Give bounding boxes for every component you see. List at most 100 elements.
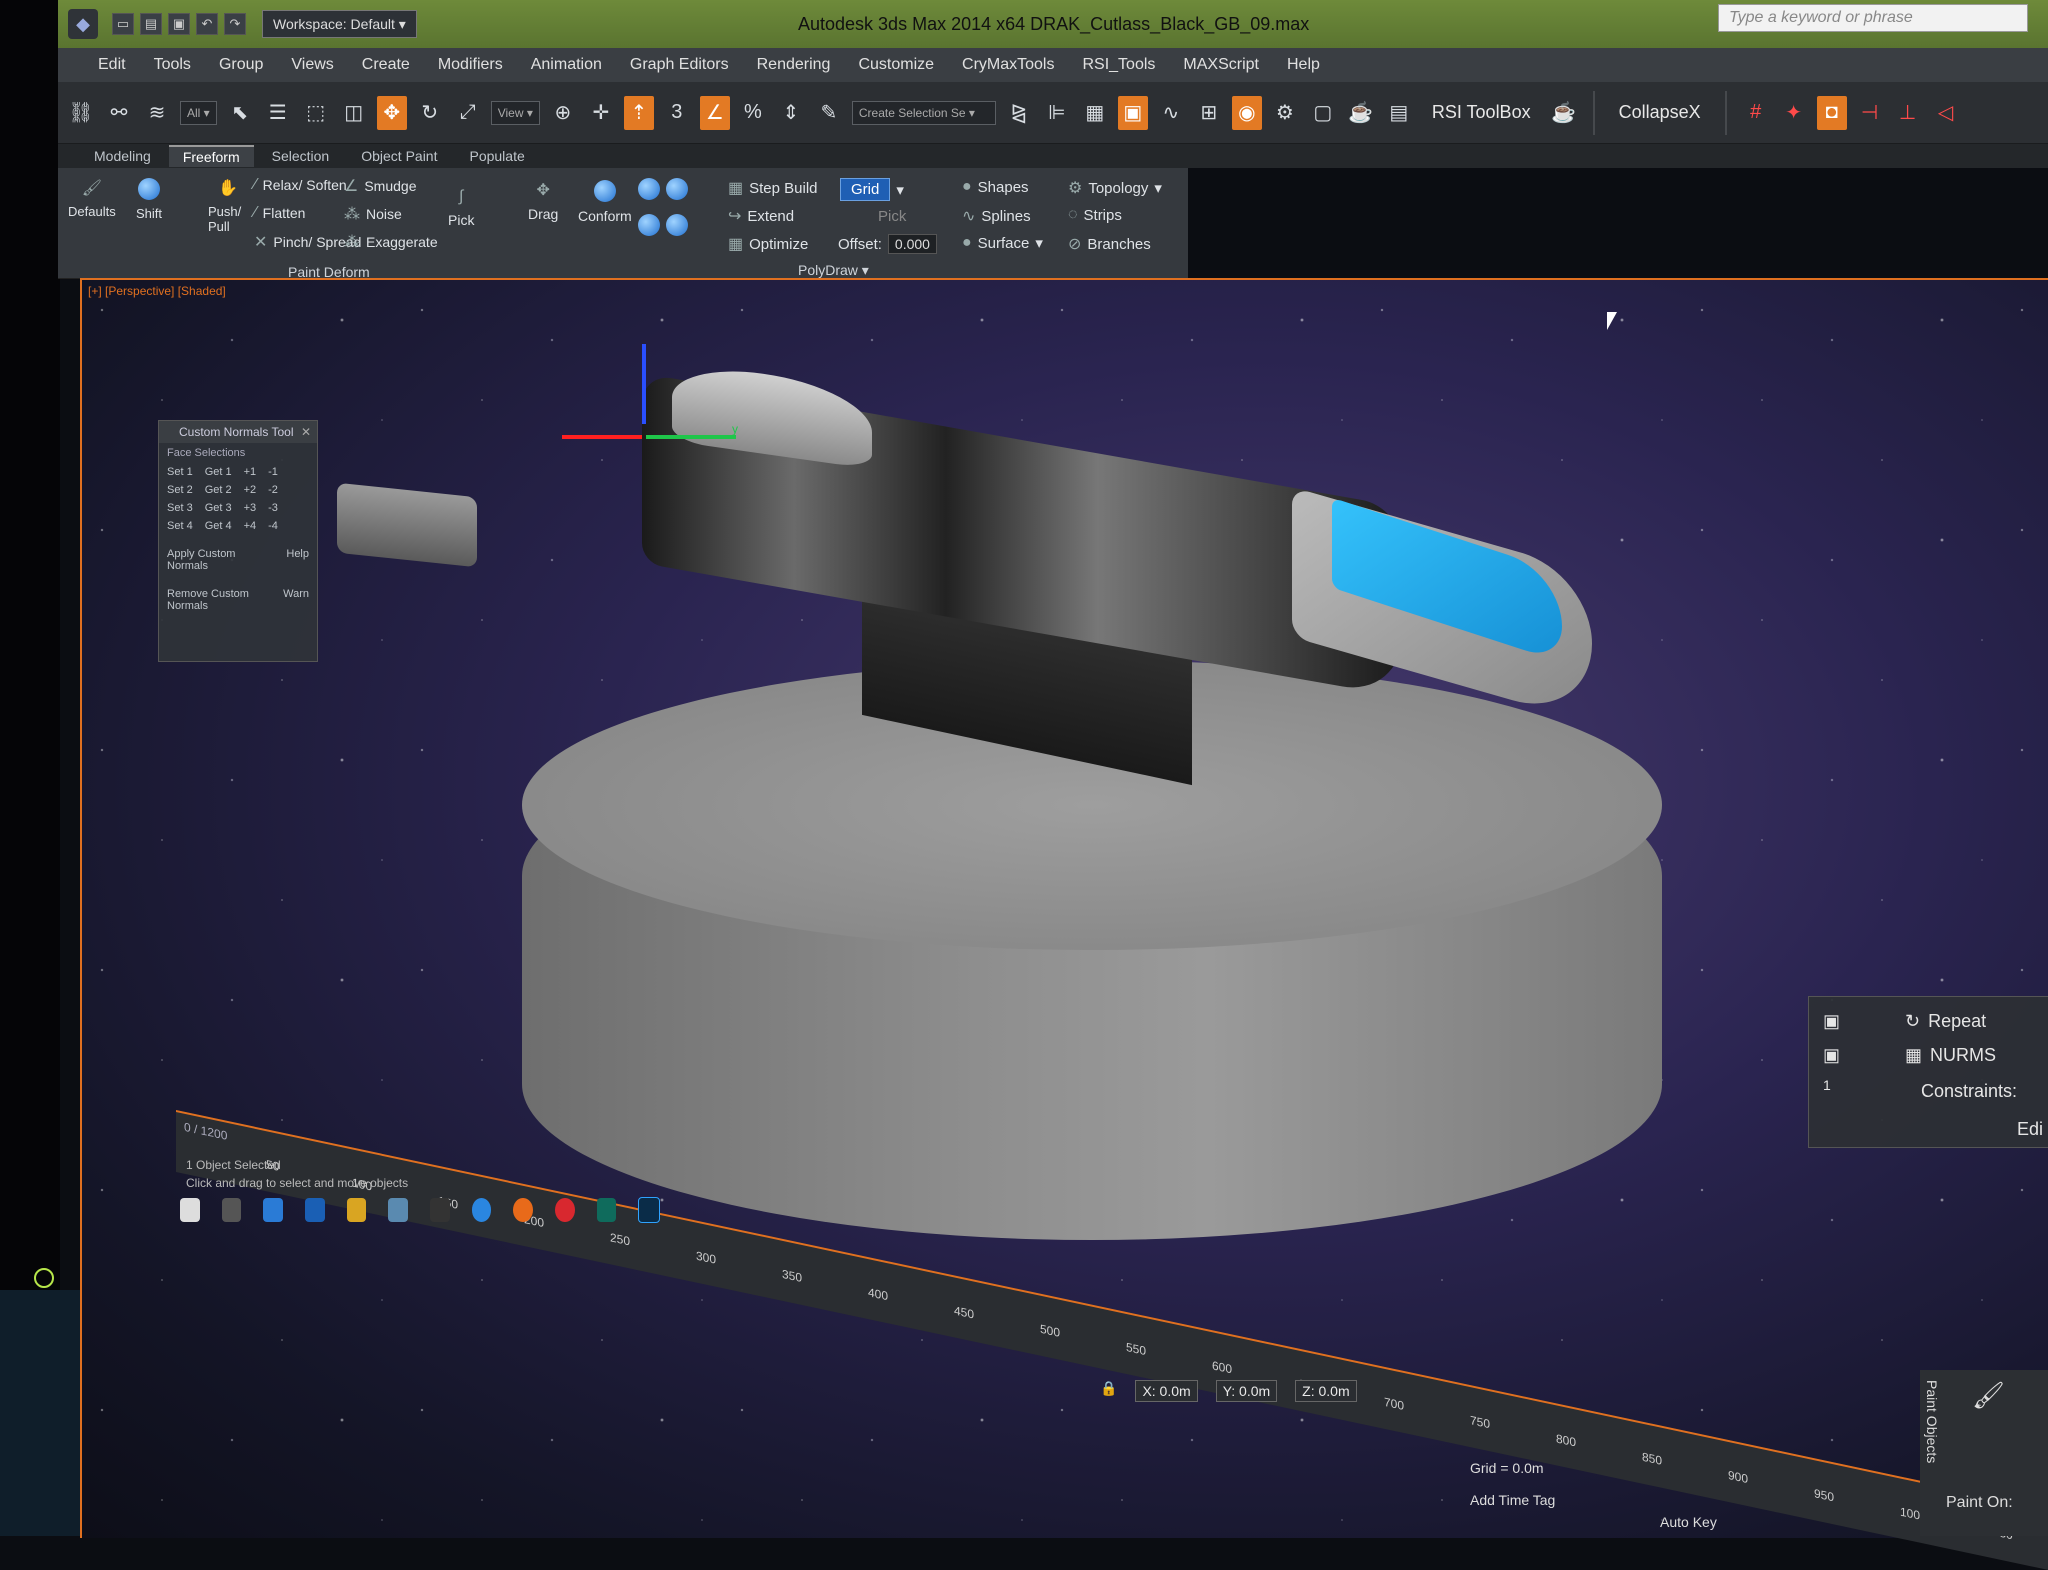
reference-coord-dropdown[interactable]: View ▾ (490, 100, 540, 125)
open-file-icon[interactable]: ▤ (140, 13, 162, 35)
file-explorer-icon[interactable] (346, 1198, 367, 1222)
keyboard-shortcut-override-icon[interactable]: ⇡ (623, 95, 654, 130)
conform-push-icon[interactable] (666, 214, 688, 236)
branches-button[interactable]: ⊘ Branches (1068, 234, 1151, 254)
rect-selection-icon[interactable]: ⬚ (301, 96, 331, 130)
midpoint-snap-icon[interactable]: ⊥ (1893, 96, 1923, 130)
push-pull-button[interactable]: ✋ Push/ Pull (208, 178, 248, 234)
menu-views[interactable]: Views (291, 56, 333, 74)
vivaldi-icon[interactable] (555, 1198, 575, 1222)
menu-modifiers[interactable]: Modifiers (438, 56, 503, 74)
skype-icon[interactable] (471, 1198, 492, 1222)
pick-surface-button[interactable]: Pick (878, 208, 906, 225)
gizmo-y-axis[interactable] (646, 435, 736, 439)
tab-object-paint[interactable]: Object Paint (347, 146, 451, 166)
rendered-frame-icon[interactable]: ▢ (1308, 96, 1338, 130)
teapot-icon[interactable]: ☕ (1549, 96, 1579, 130)
noise-button[interactable]: ⁂ Noise (344, 204, 402, 224)
selection-filter-dropdown[interactable]: All ▾ (180, 100, 217, 125)
repeat-button[interactable]: ↻ Repeat (1905, 1011, 1986, 1032)
menu-rendering[interactable]: Rendering (757, 56, 831, 74)
optimize-button[interactable]: ▦ Optimize (728, 234, 808, 254)
collapsex-button[interactable]: CollapseX (1609, 102, 1711, 123)
help-button[interactable]: Help (286, 548, 309, 572)
paint-brush-icon[interactable]: 🖌 (1972, 1380, 2005, 1411)
offset-input[interactable]: 0.000 (887, 234, 937, 254)
pivot-snap-icon[interactable]: ✦ (1779, 96, 1809, 130)
new-file-icon[interactable]: ▭ (112, 13, 134, 35)
exaggerate-button[interactable]: ⁂ Exaggerate (344, 232, 438, 252)
named-selection-dropdown[interactable]: Create Selection Se ▾ (851, 100, 996, 125)
undo-icon[interactable]: ↶ (196, 13, 218, 35)
shift-button[interactable]: Shift (136, 178, 162, 221)
nurms-button[interactable]: ▦ NURMS (1905, 1045, 1996, 1066)
vertex-snap-icon[interactable]: ◘ (1816, 95, 1847, 130)
warn-button[interactable]: Warn (283, 588, 309, 612)
menu-rsi-tools[interactable]: RSI_Tools (1082, 56, 1155, 74)
select-manipulate-icon[interactable]: ✛ (586, 96, 616, 130)
remove-custom-normals-button[interactable]: Remove Custom Normals (167, 588, 271, 612)
auto-key-button[interactable]: Auto Key (1660, 1514, 1717, 1530)
shapes-button[interactable]: ● Shapes (962, 178, 1029, 196)
display-icon[interactable]: ▣ (1823, 1045, 1840, 1066)
spinner-snap-icon[interactable]: ⇕ (776, 96, 806, 130)
select-move-icon[interactable]: ✥ (376, 95, 407, 130)
conform-brush-icon[interactable] (638, 178, 660, 200)
grid-snap-icon[interactable]: # (1741, 96, 1771, 130)
curve-editor-icon[interactable]: ∿ (1156, 96, 1186, 130)
viewport-label[interactable]: [+] [Perspective] [Shaded] (88, 284, 226, 298)
outlook-icon[interactable] (305, 1198, 325, 1222)
menu-maxscript[interactable]: MAXScript (1183, 56, 1259, 74)
align-icon[interactable]: ⊫ (1042, 96, 1072, 130)
rsi-toolbox-icon[interactable]: ▤ (1384, 96, 1414, 130)
polydraw-label[interactable]: PolyDraw ▾ (798, 262, 869, 279)
y-coordinate[interactable]: Y: 0.0m (1215, 1380, 1278, 1402)
app-icon[interactable] (388, 1198, 409, 1222)
menu-group[interactable]: Group (219, 56, 263, 74)
menu-help[interactable]: Help (1287, 56, 1320, 74)
tab-selection[interactable]: Selection (258, 146, 344, 166)
z-coordinate[interactable]: Z: 0.0m (1295, 1380, 1357, 1402)
photoshop-icon[interactable] (638, 1197, 661, 1223)
rsi-toolbox-button[interactable]: RSI ToolBox (1422, 102, 1541, 123)
drag-button[interactable]: ✥ Drag (528, 180, 558, 222)
endpoint-snap-icon[interactable]: ⊣ (1855, 96, 1885, 130)
close-icon[interactable]: ✕ (301, 425, 311, 439)
surface-button[interactable]: ● Surface ▾ (962, 234, 1043, 252)
windows-start-icon[interactable] (180, 1198, 200, 1222)
menu-animation[interactable]: Animation (531, 56, 602, 74)
3ds-max-icon[interactable] (596, 1198, 617, 1222)
strips-button[interactable]: ◌ Strips (1068, 206, 1122, 224)
gizmo-x-axis[interactable] (562, 435, 642, 439)
step-build-button[interactable]: ▦ Step Build (728, 178, 818, 198)
app-logo-icon[interactable]: ◆ (68, 9, 98, 39)
menu-create[interactable]: Create (362, 56, 410, 74)
mirror-icon[interactable]: ⧎ (1004, 96, 1034, 130)
conform-relax-icon[interactable] (638, 214, 660, 236)
apply-custom-normals-button[interactable]: Apply Custom Normals (167, 548, 274, 572)
cage-icon[interactable]: ▣ (1823, 1011, 1840, 1032)
search-input[interactable]: Type a keyword or phrase (1718, 4, 2028, 32)
select-scale-icon[interactable]: ⤢ (453, 96, 483, 130)
bind-spacewarp-icon[interactable]: ≋ (142, 96, 172, 130)
conform-button[interactable]: Conform (578, 180, 632, 224)
material-editor-icon[interactable]: ◉ (1231, 95, 1262, 130)
redo-icon[interactable]: ↷ (224, 13, 246, 35)
firefox-icon[interactable] (513, 1198, 534, 1222)
task-view-icon[interactable] (221, 1198, 242, 1222)
menu-customize[interactable]: Customize (858, 56, 934, 74)
iterations-spinner[interactable]: 1 (1823, 1077, 1831, 1093)
pick-button[interactable]: ∫ Pick (448, 188, 474, 228)
layer-manager-icon[interactable]: ▦ (1080, 96, 1110, 130)
tab-modeling[interactable]: Modeling (80, 146, 165, 166)
x-coordinate[interactable]: X: 0.0m (1135, 1380, 1198, 1402)
menu-crymaxtools[interactable]: CryMaxTools (962, 56, 1054, 74)
angle-snap-icon[interactable]: ∠ (699, 95, 730, 130)
link-icon[interactable]: ⛓ (66, 96, 96, 130)
topology-button[interactable]: ⚙ Topology ▾ (1068, 178, 1162, 198)
unlink-icon[interactable]: ⚯ (104, 96, 134, 130)
percent-snap-icon[interactable]: % (738, 96, 768, 130)
extend-button[interactable]: ↪ Extend (728, 206, 794, 226)
workspace-dropdown[interactable]: Workspace: Default ▾ (262, 10, 417, 38)
pivot-center-icon[interactable]: ⊕ (548, 96, 578, 130)
